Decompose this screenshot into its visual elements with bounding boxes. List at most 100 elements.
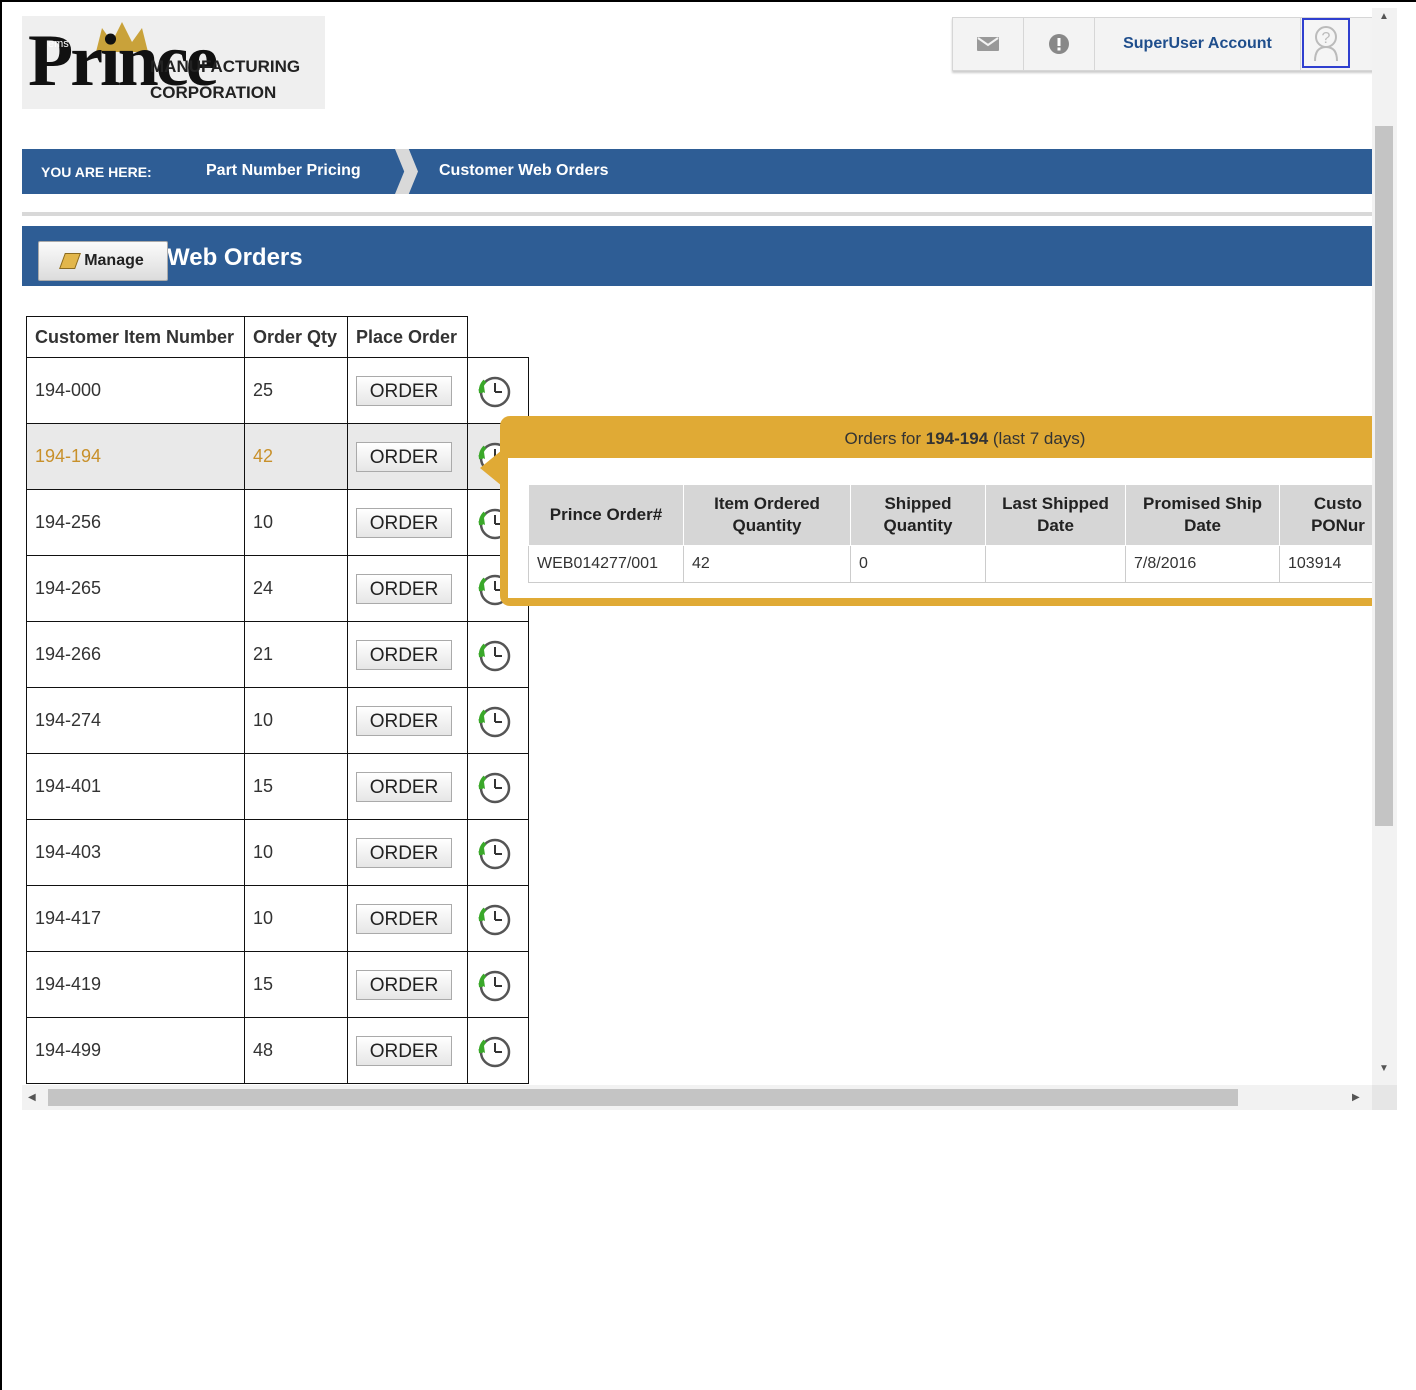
cell-item-number: 194-499 xyxy=(26,1017,245,1084)
order-button[interactable]: ORDER xyxy=(356,573,452,604)
cell-place-order: ORDER xyxy=(347,951,468,1018)
cell-order-qty: 10 xyxy=(244,819,348,886)
popup-title-prefix: Orders for xyxy=(844,429,926,448)
scroll-left-arrow-icon[interactable]: ◀ xyxy=(28,1093,36,1103)
table-row[interactable]: 194-265 24 ORDER xyxy=(26,555,529,622)
logo-line-1: MANUFACTURING xyxy=(150,57,301,76)
cell-item-number: 194-274 xyxy=(26,687,245,754)
table-row[interactable]: 194-274 10 ORDER xyxy=(26,687,529,754)
order-button[interactable]: ORDER xyxy=(356,969,452,1000)
messages-button[interactable] xyxy=(953,18,1024,70)
table-row[interactable]: 194-417 10 ORDER xyxy=(26,885,529,952)
cell-order-qty: 10 xyxy=(244,489,348,556)
table-row[interactable]: 194-266 21 ORDER xyxy=(26,621,529,688)
history-header-order: Prince Order# xyxy=(528,484,684,546)
order-history-button[interactable] xyxy=(467,1017,529,1084)
logo-line-2: CORPORATION xyxy=(150,83,277,102)
history-header-row: Prince Order# Item Ordered Quantity Ship… xyxy=(528,484,1372,546)
svg-text:?: ? xyxy=(1322,30,1331,47)
scroll-right-arrow-icon[interactable]: ▶ xyxy=(1352,1093,1360,1103)
horizontal-scrollbar[interactable]: ◀ ▶ xyxy=(22,1085,1372,1110)
order-button[interactable]: ORDER xyxy=(356,375,452,406)
table-row[interactable]: 194-499 48 ORDER xyxy=(26,1017,529,1084)
cell-item-number: 194-419 xyxy=(26,951,245,1018)
order-history-clock-icon xyxy=(478,376,511,407)
order-history-button[interactable] xyxy=(467,819,529,886)
cell-item-number: 194-401 xyxy=(26,753,245,820)
order-button[interactable]: ORDER xyxy=(356,507,452,538)
page-title-bar: Web Orders Manage xyxy=(22,226,1372,286)
history-cell-ordered: 42 xyxy=(683,545,851,583)
history-cell-last-shipped xyxy=(985,545,1126,583)
table-row[interactable]: 194-403 10 ORDER xyxy=(26,819,529,886)
breadcrumb-separator xyxy=(395,149,418,194)
cell-order-qty: 15 xyxy=(244,753,348,820)
logo-mini-text: ems xyxy=(48,38,69,50)
scroll-up-arrow-icon[interactable]: ▲ xyxy=(1379,12,1389,22)
order-history-button[interactable] xyxy=(467,951,529,1018)
column-header-history xyxy=(468,317,529,358)
history-header-promised-text: Promised Ship Date xyxy=(1142,494,1263,535)
order-button[interactable]: ORDER xyxy=(356,1035,452,1066)
order-history-button[interactable] xyxy=(467,357,529,424)
order-button[interactable]: ORDER xyxy=(356,441,452,472)
order-button[interactable]: ORDER xyxy=(356,903,452,934)
scroll-down-arrow-icon[interactable]: ▼ xyxy=(1379,1064,1389,1074)
cell-item-number: 194-194 xyxy=(26,423,245,490)
order-history-button[interactable] xyxy=(467,621,529,688)
breadcrumb-item-customer-web-orders[interactable]: Customer Web Orders xyxy=(439,162,609,180)
table-row[interactable]: 194-419 15 ORDER xyxy=(26,951,529,1018)
history-cell-promised: 7/8/2016 xyxy=(1125,545,1280,583)
order-button[interactable]: ORDER xyxy=(356,837,452,868)
order-button[interactable]: ORDER xyxy=(356,639,452,670)
cell-place-order: ORDER xyxy=(347,687,468,754)
table-row[interactable]: 194-401 15 ORDER xyxy=(26,753,529,820)
table-header-row: Customer Item Number Order Qty Place Ord… xyxy=(26,316,529,358)
order-history-button[interactable] xyxy=(467,687,529,754)
history-header-ordered-qty-text: Item Ordered Quantity xyxy=(714,494,820,535)
order-button[interactable]: ORDER xyxy=(356,705,452,736)
order-history-clock-icon xyxy=(478,706,511,737)
manage-button[interactable]: Manage xyxy=(38,241,168,281)
cell-place-order: ORDER xyxy=(347,753,468,820)
vertical-scrollbar[interactable]: ▲ ▼ xyxy=(1372,8,1397,1085)
order-history-clock-icon xyxy=(478,1036,511,1067)
vertical-scroll-thumb[interactable] xyxy=(1375,126,1393,826)
breadcrumb-item-part-number-pricing[interactable]: Part Number Pricing xyxy=(206,162,361,180)
table-row[interactable]: 194-194 42 ORDER xyxy=(26,423,529,490)
order-button[interactable]: ORDER xyxy=(356,771,452,802)
company-logo[interactable]: Prince ems MANUFACTURING CORPORATION xyxy=(22,16,325,109)
popup-pointer xyxy=(480,450,502,486)
cell-item-number: 194-417 xyxy=(26,885,245,952)
order-history-button[interactable] xyxy=(467,885,529,952)
order-history-button[interactable] xyxy=(467,753,529,820)
history-header-last-shipped-text: Last Shipped Date xyxy=(1002,494,1109,535)
cell-place-order: ORDER xyxy=(347,555,468,622)
scrollbar-corner xyxy=(1372,1085,1397,1110)
history-header-po-text: Custo PONur xyxy=(1311,494,1365,535)
section-divider xyxy=(22,212,1372,216)
popup-title-item: 194-194 xyxy=(925,429,989,448)
order-history-clock-icon xyxy=(478,772,511,803)
horizontal-scroll-thumb[interactable] xyxy=(48,1089,1238,1106)
user-placeholder-icon: ? xyxy=(1314,26,1338,62)
avatar[interactable]: ? xyxy=(1302,18,1350,68)
table-row[interactable]: 194-256 10 ORDER xyxy=(26,489,529,556)
page-viewport: Prince ems MANUFACTURING CORPORATION Sup… xyxy=(22,8,1372,1085)
alerts-button[interactable] xyxy=(1024,18,1095,70)
cell-place-order: ORDER xyxy=(347,819,468,886)
cell-order-qty: 15 xyxy=(244,951,348,1018)
column-header-qty: Order Qty xyxy=(244,316,348,358)
history-cell-po: 103914 xyxy=(1279,545,1372,583)
cell-item-number: 194-000 xyxy=(26,357,245,424)
cell-order-qty: 25 xyxy=(244,357,348,424)
cell-place-order: ORDER xyxy=(347,489,468,556)
history-header-ordered-qty: Item Ordered Quantity xyxy=(683,484,851,546)
table-row[interactable]: 194-000 25 ORDER xyxy=(26,357,529,424)
logo-text: MANUFACTURING CORPORATION xyxy=(150,54,300,106)
alert-icon xyxy=(1049,34,1069,54)
account-menu-button[interactable]: SuperUser Account xyxy=(1095,18,1301,70)
cell-place-order: ORDER xyxy=(347,423,468,490)
history-cell-order: WEB014277/001 xyxy=(528,545,684,583)
order-history-clock-icon xyxy=(478,970,511,1001)
